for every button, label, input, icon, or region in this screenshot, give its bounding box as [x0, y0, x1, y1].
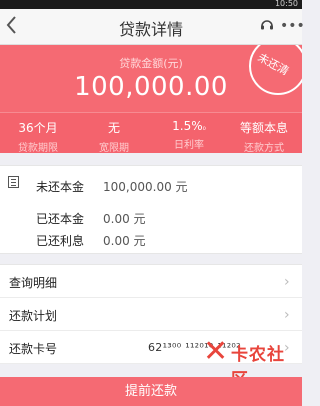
repay-plan-label: 还款计划: [9, 309, 58, 323]
chevron-right-icon: ›: [284, 307, 290, 323]
early-repayment-button[interactable]: 提前还款: [0, 377, 302, 406]
repay-plan-item[interactable]: 还款计划 ›: [0, 298, 302, 331]
repay-card-label: 还款卡号: [9, 342, 58, 356]
status-time: 10:50: [274, 0, 298, 8]
stat-rate-number: 1.5%: [172, 119, 203, 133]
stat-rate-unit: ₀: [202, 123, 206, 132]
query-detail-label: 查询明细: [9, 276, 58, 290]
repayment-summary-card: 未还本金 100,000.00 元 已还本金 0.00 元 已还利息 0.00 …: [0, 165, 302, 254]
stat-rate-label: 日利率: [174, 140, 204, 151]
watermark-x-icon: ✕: [203, 334, 229, 369]
loan-summary-banner: 贷款金额(元) 100,000.00 未还清 36个月 贷款期限 无 宽限期 1…: [0, 45, 302, 153]
paid-principal-label: 已还本金: [36, 212, 85, 226]
loan-stats: 36个月 贷款期限 无 宽限期 1.5%₀ 日利率 等额本息 还款方式: [0, 112, 302, 153]
more-options-icon[interactable]: •••: [280, 19, 305, 33]
stat-term-label: 贷款期限: [18, 143, 58, 153]
stat-rate: 1.5%₀ 日利率: [151, 119, 227, 151]
status-icons: [244, 2, 266, 17]
status-bar: 10:50: [0, 0, 302, 17]
headset-icon[interactable]: [259, 17, 275, 33]
app-header: 贷款详情 •••: [0, 9, 305, 45]
stat-term: 36个月 贷款期限: [0, 119, 76, 153]
paid-interest-value: 0.00 元: [103, 234, 146, 248]
paid-principal-value: 0.00 元: [103, 212, 146, 226]
stat-term-value: 36个月: [18, 121, 58, 135]
stat-grace: 无 宽限期: [76, 119, 152, 153]
query-detail-item[interactable]: 查询明细 ›: [0, 265, 302, 298]
stat-method-value: 等额本息: [239, 121, 288, 135]
unpaid-principal-value: 100,000.00 元: [103, 180, 188, 194]
stat-method: 等额本息 还款方式: [226, 119, 302, 153]
unpaid-principal-label: 未还本金: [36, 180, 85, 194]
page-title: 贷款详情: [118, 20, 183, 39]
watermark-logo: ✕ 卡农社区: [203, 334, 298, 391]
chevron-right-icon: ›: [284, 274, 290, 290]
document-icon: [8, 176, 19, 188]
stat-grace-label: 宽限期: [99, 143, 129, 153]
paid-interest-label: 已还利息: [36, 234, 85, 248]
stat-grace-value: 无: [107, 121, 120, 135]
unpaid-stamp-text: 未还清: [255, 50, 291, 78]
stat-method-label: 还款方式: [244, 143, 284, 153]
stat-rate-value: 1.5%₀: [151, 119, 227, 133]
